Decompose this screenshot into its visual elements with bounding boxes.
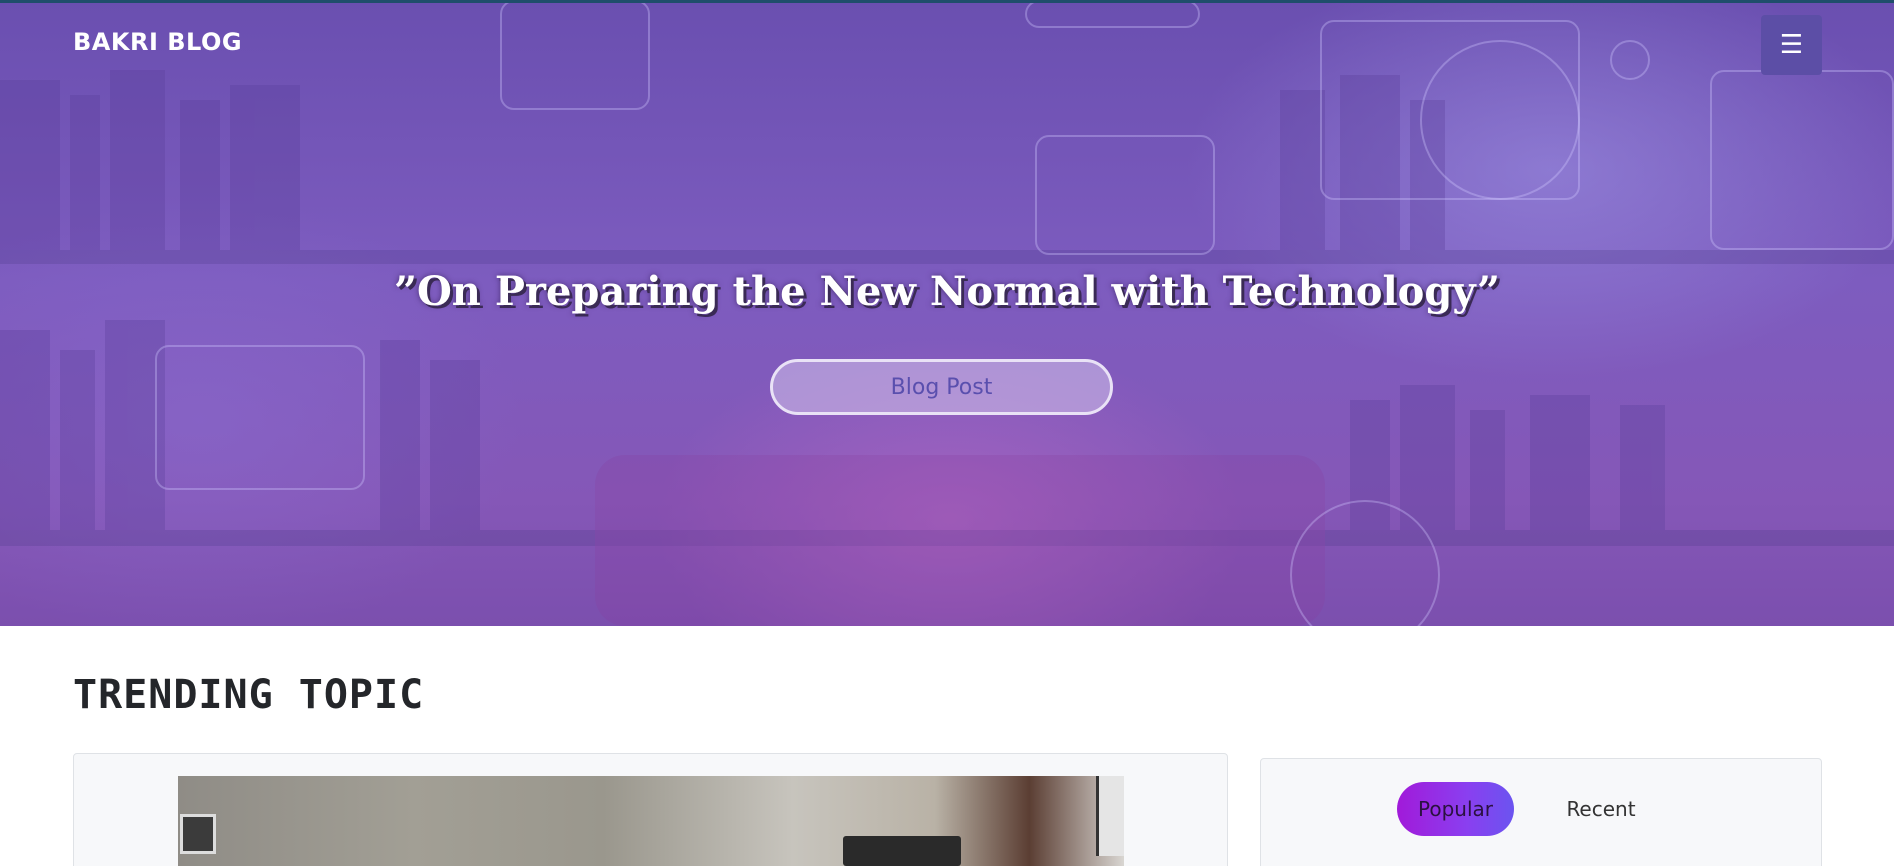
posts-sidebar-card: Popular Recent — [1260, 758, 1822, 866]
trending-topic-title: TRENDING TOPIC — [73, 672, 425, 718]
hero-banner: BAKRI BLOG ☰ ”On Preparing the New Norma… — [0, 0, 1894, 626]
top-border-line — [0, 0, 1894, 3]
hamburger-menu-icon: ☰ — [1779, 30, 1804, 60]
conference-device — [843, 836, 961, 866]
tab-recent[interactable]: Recent — [1551, 782, 1651, 836]
hud-panel-decoration — [500, 0, 650, 110]
featured-post-image[interactable] — [178, 776, 1124, 866]
hamburger-menu-button[interactable]: ☰ — [1761, 15, 1822, 75]
room-window — [1096, 776, 1124, 856]
hero-headline: ”On Preparing the New Normal with Techno… — [393, 268, 1501, 315]
blog-post-button[interactable]: Blog Post — [770, 359, 1113, 415]
hud-circle-decoration — [1420, 40, 1580, 200]
tab-popular[interactable]: Popular — [1397, 782, 1514, 836]
hud-panel-decoration — [1025, 0, 1200, 28]
hud-panel-decoration — [1035, 135, 1215, 255]
hud-circle-decoration — [1610, 40, 1650, 80]
wall-picture-frame — [180, 814, 216, 854]
hud-panel-decoration — [155, 345, 365, 490]
hud-panel-decoration — [1710, 70, 1894, 250]
site-brand-logo[interactable]: BAKRI BLOG — [73, 28, 242, 56]
featured-post-card[interactable] — [73, 753, 1228, 866]
